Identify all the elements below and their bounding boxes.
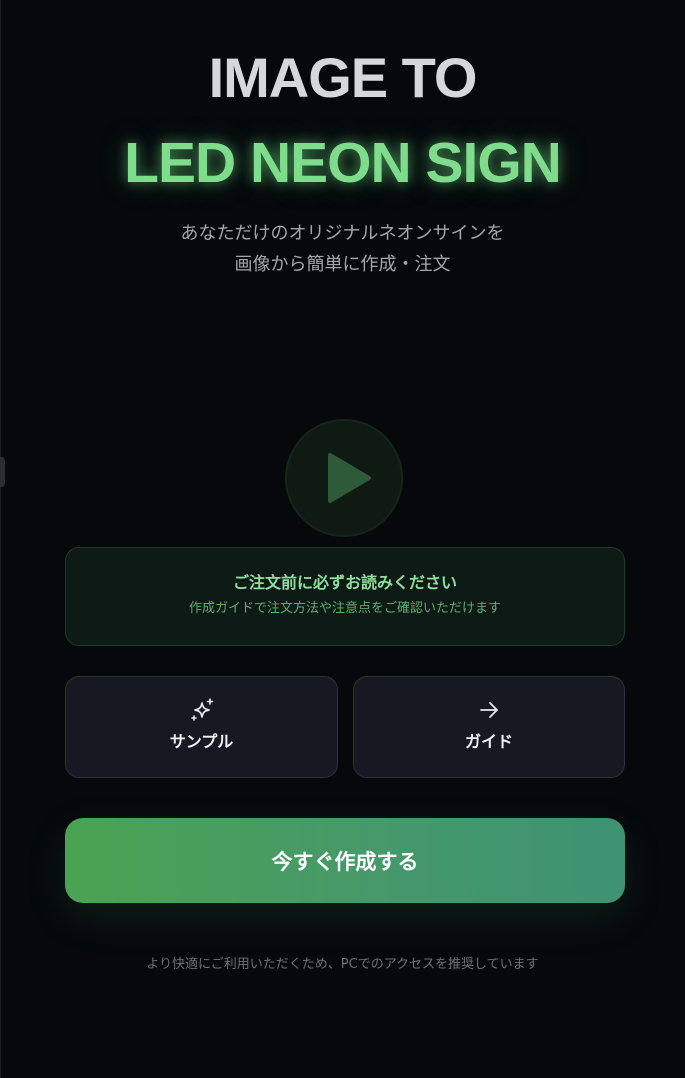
hero-title-line-2: LED NEON SIGN xyxy=(124,131,562,195)
sample-button-label: サンプル xyxy=(169,732,234,751)
guide-button[interactable]: ガイド xyxy=(353,676,625,778)
hero-subtitle-line-2: 画像から簡単に作成・注文 xyxy=(234,254,451,275)
sparkles-icon xyxy=(190,698,213,721)
guide-button-label: ガイド xyxy=(464,732,513,751)
play-icon xyxy=(328,453,371,503)
hero-subtitle: あなただけのオリジナルネオンサインを 画像から簡単に作成・注文 xyxy=(0,218,685,280)
pc-recommendation-note: より快適にご利用いただくため、PCでのアクセスを推奨しています xyxy=(146,957,539,972)
notice-subtitle: 作成ガイドで注文方法や注意点をご確認いただけます xyxy=(188,601,501,616)
side-drawer-handle[interactable] xyxy=(0,457,5,487)
sample-button[interactable]: サンプル xyxy=(65,676,338,778)
notice-title: ご注文前に必ずお読みください xyxy=(232,573,457,592)
arrow-right-icon xyxy=(480,702,498,718)
video-play-button[interactable] xyxy=(285,419,403,537)
hero-title-line-1: IMAGE TO xyxy=(208,46,478,109)
create-now-button[interactable]: 今すぐ作成する xyxy=(65,818,625,903)
order-notice-banner[interactable]: ご注文前に必ずお読みください 作成ガイドで注文方法や注意点をご確認いただけます xyxy=(65,547,625,646)
create-now-label: 今すぐ作成する xyxy=(271,849,419,874)
hero-subtitle-line-1: あなただけのオリジナルネオンサインを xyxy=(180,223,505,244)
